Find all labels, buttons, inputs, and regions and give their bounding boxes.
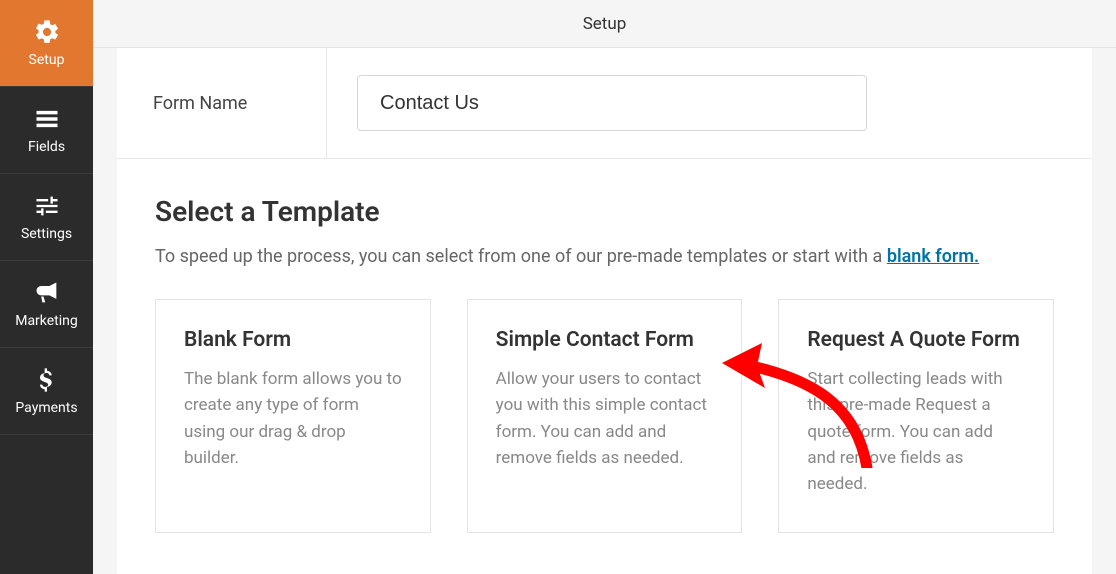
form-name-input[interactable]: [357, 75, 867, 131]
template-section: Select a Template To speed up the proces…: [117, 159, 1092, 533]
sidebar-item-label: Settings: [21, 226, 72, 242]
list-icon: [33, 105, 61, 133]
dollar-icon: [33, 366, 61, 394]
sidebar-item-settings[interactable]: Settings: [0, 174, 93, 261]
sidebar-item-fields[interactable]: Fields: [0, 87, 93, 174]
sidebar-item-label: Fields: [28, 139, 65, 155]
sidebar-item-label: Marketing: [15, 313, 78, 329]
template-grid: Blank Form The blank form allows you to …: [155, 299, 1054, 533]
blank-form-link[interactable]: blank form.: [887, 246, 979, 267]
template-card-desc: The blank form allows you to create any …: [184, 366, 402, 471]
main-area: Setup Form Name Select a Template To spe…: [93, 0, 1116, 574]
content-panel: Form Name Select a Template To speed up …: [117, 48, 1092, 574]
sidebar-item-setup[interactable]: Setup: [0, 0, 93, 87]
form-name-label: Form Name: [153, 93, 247, 114]
sidebar-item-label: Setup: [29, 52, 65, 68]
form-name-row: Form Name: [117, 48, 1092, 159]
sliders-icon: [33, 192, 61, 220]
template-card-blank[interactable]: Blank Form The blank form allows you to …: [155, 299, 431, 533]
sidebar-item-payments[interactable]: Payments: [0, 348, 93, 435]
sidebar-nav: Setup Fields Settings Marketing Payments: [0, 0, 93, 574]
template-intro-text: To speed up the process, you can select …: [155, 246, 887, 267]
topbar: Setup: [93, 0, 1116, 48]
form-name-input-cell: [327, 48, 1092, 158]
content-wrap: Form Name Select a Template To speed up …: [93, 48, 1116, 574]
template-card-simple-contact[interactable]: Simple Contact Form Allow your users to …: [467, 299, 743, 533]
template-card-request-quote[interactable]: Request A Quote Form Start collecting le…: [778, 299, 1054, 533]
template-card-desc: Allow your users to contact you with thi…: [496, 366, 714, 471]
bullhorn-icon: [33, 279, 61, 307]
template-card-title: Blank Form: [184, 328, 402, 352]
gear-icon: [33, 18, 61, 46]
template-heading: Select a Template: [155, 195, 1054, 228]
page-title: Setup: [583, 14, 627, 34]
form-name-label-cell: Form Name: [117, 48, 327, 158]
template-card-desc: Start collecting leads with this pre-mad…: [807, 366, 1025, 498]
template-card-title: Request A Quote Form: [807, 328, 1025, 352]
sidebar-item-marketing[interactable]: Marketing: [0, 261, 93, 348]
sidebar-item-label: Payments: [15, 400, 77, 416]
template-card-title: Simple Contact Form: [496, 328, 714, 352]
template-intro: To speed up the process, you can select …: [155, 246, 1054, 267]
